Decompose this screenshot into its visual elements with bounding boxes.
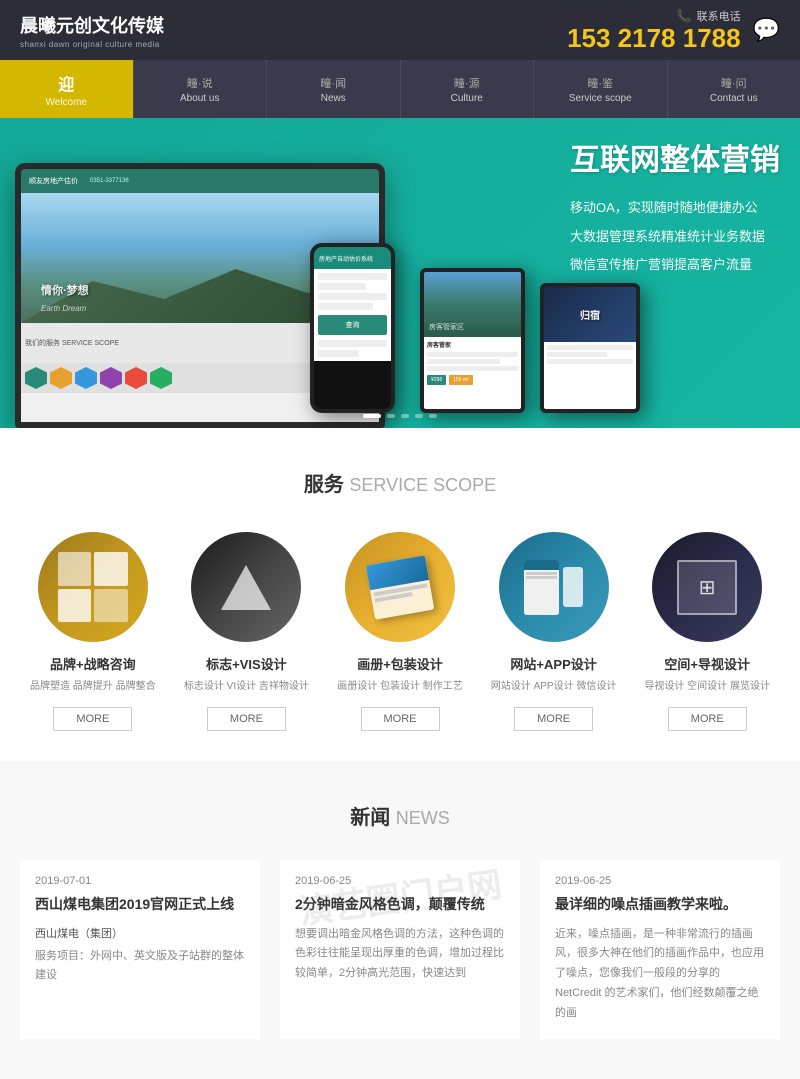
news-title: 新闻 NEWS [20, 801, 780, 830]
nav-cn-welcome: 迎 [58, 71, 74, 95]
news-desc-1: 服务项目：外网中、英文版及子站群的整体建设 [35, 947, 245, 987]
service-card-brand: 品牌+战略咨询 品牌塑造 品牌提升 品牌整合 MORE [20, 532, 166, 731]
tablet-mockup: 房客管家区 房客管家 ¥288 150 m² [420, 268, 525, 413]
news-company-1: 西山煤电（集团） [35, 925, 245, 941]
news-date-3: 2019-06-25 [555, 875, 765, 887]
news-title-2[interactable]: 2分钟暗金风格色调，颠覆传统 [295, 895, 505, 915]
service-card-logo: 标志+VIS设计 标志设计 VI设计 吉祥物设计 MORE [174, 532, 320, 731]
hero-line-1: 移动OA，实现随时随地便捷办公 [570, 194, 780, 223]
nav-en-news: News [321, 93, 346, 104]
service-card-web: 网站+APP设计 网站设计 APP设计 微信设计 MORE [481, 532, 627, 731]
nav-item-about[interactable]: 疃·说 About us [134, 60, 268, 118]
card-mockup: 归宿 [540, 283, 640, 413]
logo-area: 晨曦元创文化传媒 shanxi dawn original culture me… [20, 12, 164, 49]
news-title-1[interactable]: 西山煤电集团2019官网正式上线 [35, 895, 245, 915]
service-name-space: 空间+导视设计 [664, 654, 750, 673]
service-more-logo[interactable]: MORE [207, 707, 286, 731]
service-name-web: 网站+APP设计 [510, 654, 596, 673]
service-more-web[interactable]: MORE [514, 707, 593, 731]
nav-en-welcome: Welcome [46, 97, 88, 108]
news-grid: 2019-07-01 西山煤电集团2019官网正式上线 西山煤电（集团） 服务项… [20, 860, 780, 1039]
service-name-print: 画册+包装设计 [357, 654, 443, 673]
services-section: 服务 SERVICE SCOPE 品牌+战略咨询 品牌塑造 品牌提升 品牌整合 … [0, 428, 800, 761]
news-desc-3: 近来，噪点插画，是一种非常流行的插画风，很多大神在他们的插画作品中，也应用了噪点… [555, 925, 765, 1024]
contact-area: 📞 联系电话 153 2178 1788 💬 [567, 8, 780, 53]
nav-item-scope[interactable]: 疃·鉴 Service scope [534, 60, 668, 118]
hero-banner: 顺友房地产估价 0351-3377136 情你·梦想 Earth Dream 我… [0, 118, 800, 428]
news-card-2: 2019-06-25 2分钟暗金风格色调，颠覆传统 想要调出暗金风格色调的方法，… [280, 860, 520, 1039]
news-title-3[interactable]: 最详细的噪点插画教学来啦。 [555, 895, 765, 915]
nav-en-about: About us [180, 93, 219, 104]
nav-item-culture[interactable]: 疃·源 Culture [401, 60, 535, 118]
wechat-icon[interactable]: 💬 [753, 17, 780, 43]
service-more-print[interactable]: MORE [361, 707, 440, 731]
news-desc-2: 想要调出暗金风格色调的方法，这种色调的色彩往往能呈现出厚重的色调，增加过程比较简… [295, 925, 505, 984]
news-date-1: 2019-07-01 [35, 875, 245, 887]
nav-en-contact: Contact us [710, 93, 758, 104]
slider-dots [363, 414, 437, 418]
nav-en-scope: Service scope [569, 93, 632, 104]
service-card-space: ⊞ 空间+导视设计 导视设计 空间设计 展览设计 MORE [634, 532, 780, 731]
services-grid: 品牌+战略咨询 品牌塑造 品牌提升 品牌整合 MORE 标志+VIS设计 标志设… [20, 532, 780, 731]
news-card-3: 2019-06-25 最详细的噪点插画教学来啦。 近来，噪点插画，是一种非常流行… [540, 860, 780, 1039]
service-more-brand[interactable]: MORE [53, 707, 132, 731]
service-icon-logo [191, 532, 301, 642]
phone-mockup: 房地产自动估价系统 查询 [310, 243, 395, 413]
service-icon-web [499, 532, 609, 642]
nav-item-contact[interactable]: 疃·问 Contact us [668, 60, 800, 118]
hero-line-3: 微信宣传推广营销提高客户流量 [570, 251, 780, 280]
hero-line-2: 大数据管理系统精准统计业务数据 [570, 223, 780, 252]
news-card-1: 2019-07-01 西山煤电集团2019官网正式上线 西山煤电（集团） 服务项… [20, 860, 260, 1039]
nav-en-culture: Culture [451, 93, 483, 104]
nav-dot-news: 疃·闻 [320, 75, 346, 91]
news-section: 新闻 NEWS 2019-07-01 西山煤电集团2019官网正式上线 西山煤电… [0, 761, 800, 1079]
service-desc-print: 画册设计 包装设计 制作工艺 [337, 679, 463, 695]
service-card-print: 画册+包装设计 画册设计 包装设计 制作工艺 MORE [327, 532, 473, 731]
header: 晨曦元创文化传媒 shanxi dawn original culture me… [0, 0, 800, 60]
service-desc-brand: 品牌塑造 品牌提升 品牌整合 [30, 679, 156, 695]
news-date-2: 2019-06-25 [295, 875, 505, 887]
nav-item-news[interactable]: 疃·闻 News [267, 60, 401, 118]
service-icon-print [345, 532, 455, 642]
nav-dot-culture: 疃·源 [454, 75, 480, 91]
main-nav: 迎 Welcome 疃·说 About us 疃·闻 News 疃·源 Cult… [0, 60, 800, 118]
phone-icon: 📞 [677, 9, 692, 23]
hero-text: 互联网整体营销 移动OA，实现随时随地便捷办公 大数据管理系统精准统计业务数据 … [570, 143, 780, 280]
phone-number: 153 2178 1788 [567, 24, 741, 53]
service-name-brand: 品牌+战略咨询 [50, 654, 136, 673]
nav-dot-contact: 疃·问 [721, 75, 747, 91]
nav-item-welcome[interactable]: 迎 Welcome [0, 60, 134, 118]
contact-label: 联系电话 [697, 8, 741, 24]
service-icon-brand [38, 532, 148, 642]
hero-title: 互联网整体营销 [570, 143, 780, 179]
service-desc-logo: 标志设计 VI设计 吉祥物设计 [184, 679, 309, 695]
service-name-logo: 标志+VIS设计 [206, 654, 287, 673]
service-more-space[interactable]: MORE [668, 707, 747, 731]
service-desc-space: 导视设计 空间设计 展览设计 [644, 679, 770, 695]
nav-dot-about: 疃·说 [187, 75, 213, 91]
logo-cn: 晨曦元创文化传媒 [20, 12, 164, 38]
service-icon-space: ⊞ [652, 532, 762, 642]
nav-dot-scope: 疃·鉴 [587, 75, 613, 91]
service-desc-web: 网站设计 APP设计 微信设计 [491, 679, 617, 695]
logo-en: shanxi dawn original culture media [20, 40, 164, 49]
services-title: 服务 SERVICE SCOPE [20, 468, 780, 497]
